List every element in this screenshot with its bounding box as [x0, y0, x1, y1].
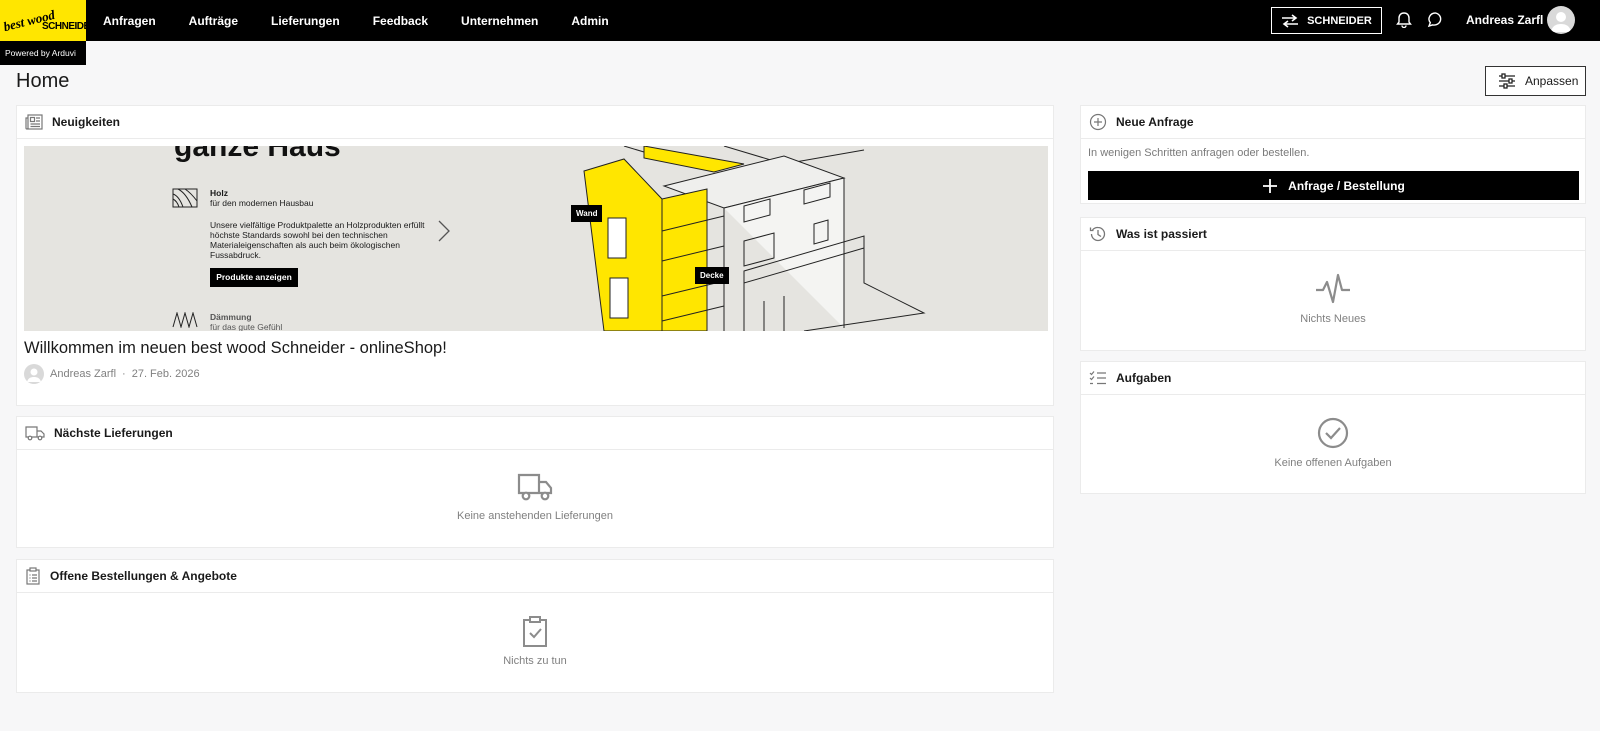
news-meta: Andreas Zarfl · 27. Feb. 2026: [24, 364, 200, 384]
news-date: 27. Feb. 2026: [131, 368, 200, 380]
open-orders-heading: Offene Bestellungen & Angebote: [50, 569, 237, 583]
news-heading: Neuigkeiten: [52, 115, 121, 129]
banner-tag-wand: Wand: [571, 205, 603, 222]
banner-body-line4: Fussabdruck.: [210, 250, 262, 260]
tasks-heading: Aufgaben: [1116, 371, 1172, 385]
truck-icon: [25, 426, 45, 441]
page-title: Home: [16, 70, 70, 92]
user-name[interactable]: Andreas Zarfl: [1466, 13, 1543, 27]
truck-icon: [517, 473, 553, 501]
newspaper-icon: [25, 114, 43, 130]
open-orders-card-header: Offene Bestellungen & Angebote: [17, 560, 1053, 593]
tasks-empty-state: Keine offenen Aufgaben: [1081, 417, 1585, 469]
new-request-description: In wenigen Schritten anfragen oder beste…: [1088, 147, 1310, 159]
new-request-heading: Neue Anfrage: [1116, 115, 1194, 129]
history-icon: [1089, 226, 1106, 242]
user-icon: [1551, 12, 1571, 32]
banner-holz-sub: für den modernen Hausbau: [210, 198, 314, 208]
open-orders-empty-text: Nichts zu tun: [503, 655, 567, 667]
chat-icon[interactable]: [1427, 11, 1444, 33]
bell-icon[interactable]: [1396, 11, 1412, 33]
tasks-empty-text: Keine offenen Aufgaben: [1274, 457, 1392, 469]
activity-card: Was ist passiert Nichts Neues: [1080, 217, 1586, 351]
house-illustration: [583, 146, 926, 331]
open-orders-empty-state: Nichts zu tun: [17, 615, 1053, 667]
powered-by-label: Powered by Arduvi: [0, 41, 86, 65]
nav-item-lieferungen[interactable]: Lieferungen: [271, 14, 340, 28]
banner-daemmung-title: Dämmung: [210, 312, 252, 322]
customize-button[interactable]: Anpassen: [1485, 66, 1586, 96]
nav-item-anfragen[interactable]: Anfragen: [103, 14, 156, 28]
news-banner-image[interactable]: ganze Haus Holz für den modernen Hausbau…: [24, 146, 1048, 331]
swap-arrows-icon: [1282, 13, 1299, 28]
banner-products-button[interactable]: Produkte anzeigen: [210, 268, 298, 287]
customize-label: Anpassen: [1525, 74, 1579, 88]
logo-line2: SCHNEIDER: [42, 21, 86, 32]
switch-company-button[interactable]: SCHNEIDER: [1271, 7, 1382, 34]
open-orders-card: Offene Bestellungen & Angebote Nichts zu…: [16, 559, 1054, 693]
news-author: Andreas Zarfl: [50, 368, 117, 380]
banner-body-line1: Unsere vielfältige Produktpalette an Hol…: [210, 220, 425, 230]
news-card-header: Neuigkeiten: [17, 106, 1053, 139]
nav-item-auftraege[interactable]: Aufträge: [189, 14, 238, 28]
activity-empty-state: Nichts Neues: [1081, 273, 1585, 325]
chevron-right-icon[interactable]: [438, 220, 450, 242]
activity-pulse-icon: [1316, 273, 1350, 304]
plus-icon: [1263, 178, 1278, 193]
banner-holz-title: Holz: [210, 188, 228, 198]
sliders-icon: [1499, 73, 1515, 89]
top-navigation-bar: best wood SCHNEIDER Anfragen Aufträge Li…: [0, 0, 1600, 41]
news-meta-separator: ·: [122, 368, 126, 380]
activity-card-header: Was ist passiert: [1081, 218, 1585, 251]
new-request-card: Neue Anfrage In wenigen Schritten anfrag…: [1080, 105, 1586, 204]
news-title[interactable]: Willkommen im neuen best wood Schneider …: [24, 339, 447, 358]
nav-item-admin[interactable]: Admin: [571, 14, 608, 28]
user-avatar[interactable]: [1547, 6, 1575, 34]
plus-circle-icon: [1089, 113, 1107, 131]
activity-heading: Was ist passiert: [1116, 227, 1207, 241]
banner-tag-decke: Decke: [695, 267, 729, 284]
main-nav: Anfragen Aufträge Lieferungen Feedback U…: [103, 0, 642, 41]
check-circle-icon: [1317, 417, 1349, 449]
deliveries-card-header: Nächste Lieferungen: [17, 417, 1053, 450]
wood-grain-icon: [172, 188, 198, 208]
banner-headline: ganze Haus: [174, 146, 341, 163]
news-card: Neuigkeiten ganze Haus Holz für den mode…: [16, 105, 1054, 406]
deliveries-empty-state: Keine anstehenden Lieferungen: [17, 472, 1053, 522]
clipboard-check-icon: [523, 616, 547, 647]
deliveries-card: Nächste Lieferungen Keine anstehenden Li…: [16, 416, 1054, 548]
tasks-card: Aufgaben Keine offenen Aufgaben: [1080, 361, 1586, 494]
banner-body-line2: höchste Standards sowohl bei den technis…: [210, 230, 388, 240]
user-icon: [27, 368, 41, 382]
insulation-icon: [172, 312, 198, 328]
activity-empty-text: Nichts Neues: [1300, 313, 1366, 325]
brand-logo[interactable]: best wood SCHNEIDER: [0, 0, 86, 41]
checklist-icon: [1089, 371, 1106, 385]
clipboard-list-icon: [26, 567, 40, 585]
nav-item-feedback[interactable]: Feedback: [373, 14, 428, 28]
switch-company-label: SCHNEIDER: [1307, 14, 1372, 27]
new-request-button-label: Anfrage / Bestellung: [1288, 178, 1405, 193]
new-request-card-header: Neue Anfrage: [1081, 106, 1585, 139]
banner-body-line3: Materialeigenschaften als auch beim ökol…: [210, 240, 400, 250]
new-request-button[interactable]: Anfrage / Bestellung: [1088, 171, 1579, 200]
deliveries-empty-text: Keine anstehenden Lieferungen: [457, 510, 613, 522]
nav-item-unternehmen[interactable]: Unternehmen: [461, 14, 538, 28]
banner-daemmung-sub: für das gute Gefühl: [210, 322, 283, 331]
deliveries-heading: Nächste Lieferungen: [54, 426, 173, 440]
tasks-card-header: Aufgaben: [1081, 362, 1585, 395]
author-avatar: [24, 364, 44, 384]
